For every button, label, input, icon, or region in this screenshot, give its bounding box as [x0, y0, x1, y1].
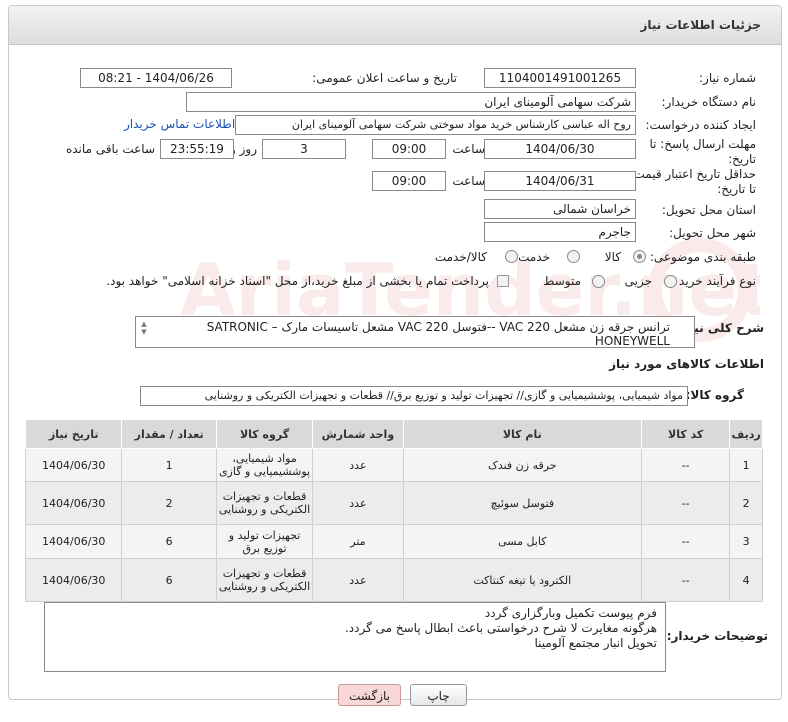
cell-row-number: 3 — [729, 524, 763, 559]
cell-item-code: -- — [641, 558, 731, 602]
cell-quantity: 6 — [121, 524, 217, 559]
remaining-time-field: 23:55:19 — [160, 139, 234, 159]
category-option-goods: کالا — [604, 250, 621, 264]
cell-item-group: مواد شیمیایی، پوششیمیایی و گازی — [215, 448, 314, 482]
goods-section-title: اطلاعات کالاهای مورد نیاز — [609, 357, 764, 371]
cell-row-number: 1 — [729, 448, 763, 482]
cell-need-date: 1404/06/30 — [24, 524, 123, 559]
goods-group-field: مواد شیمیایی، پوششیمیایی و گازی// تجهیزا… — [140, 386, 688, 406]
creator-field: روح اله عباسی کارشناس خرید مواد سوختی شر… — [235, 115, 636, 135]
buyer-notes-line: تحویل انبار مجتمع آلومینا — [534, 636, 657, 650]
treasury-payment-checkbox[interactable] — [497, 275, 509, 287]
announce-label: تاریخ و ساعت اعلان عمومی: — [312, 71, 457, 85]
table-header-row: ردیف کد کالا نام کالا واحد شمارش گروه کا… — [24, 419, 763, 449]
buyer-field: شرکت سهامی آلومینای ایران — [186, 92, 636, 112]
remaining-label: ساعت باقی مانده — [65, 142, 155, 156]
cell-unit: عدد — [312, 558, 404, 602]
cell-item-group: قطعات و تجهیزات الکتریکی و روشنایی — [215, 558, 314, 602]
col-quantity: تعداد / مقدار — [121, 419, 217, 449]
announce-field: 1404/06/26 - 08:21 — [80, 68, 232, 88]
validity-date-field: 1404/06/31 — [484, 171, 636, 191]
category-label: طبقه بندی موضوعی: — [649, 250, 756, 264]
province-label: استان محل تحویل: — [661, 203, 756, 217]
cell-unit: متر — [312, 524, 404, 559]
description-text: ترانس جرقه زن مشعل VAC 220 --فتوسل VAC 2… — [206, 320, 670, 348]
process-radio-medium[interactable] — [592, 275, 605, 288]
table-row: 1 -- جرقه زن فندک عدد مواد شیمیایی، پوشش… — [24, 448, 763, 482]
need-number-label: شماره نیاز: — [699, 71, 756, 85]
deadline-time-label: ساعت — [452, 142, 485, 156]
cell-item-group: قطعات و تجهیزات الکتریکی و روشنایی — [215, 481, 314, 525]
goods-group-label: گروه کالا: — [685, 388, 744, 402]
col-item-code: کد کالا — [641, 419, 731, 449]
cell-quantity: 6 — [121, 558, 217, 602]
cell-need-date: 1404/06/30 — [24, 558, 123, 602]
process-radio-minor[interactable] — [664, 275, 677, 288]
col-row-number: ردیف — [729, 419, 763, 449]
print-button[interactable]: چاپ — [410, 684, 467, 706]
validity-time-label: ساعت — [452, 174, 485, 188]
cell-item-group: تجهیزات تولید و توزیع برق — [215, 524, 314, 559]
cell-unit: عدد — [312, 448, 404, 482]
buyer-contact-link[interactable]: اطلاعات تماس خریدار — [124, 117, 235, 131]
cell-row-number: 2 — [729, 481, 763, 525]
category-option-service: خدمت — [518, 250, 550, 264]
cell-item-name: فتوسل سوئیچ — [402, 481, 643, 525]
col-item-name: نام کالا — [402, 419, 643, 449]
table-row: 2 -- فتوسل سوئیچ عدد قطعات و تجهیزات الک… — [24, 481, 763, 525]
province-field: خراسان شمالی — [484, 199, 636, 219]
deadline-time-field: 09:00 — [372, 139, 446, 159]
buyer-notes-line: فرم پیوست تکمیل وبارگزاری گردد — [484, 606, 657, 620]
buyer-notes-field: فرم پیوست تکمیل وبارگزاری گردد هرگونه مغ… — [44, 602, 666, 672]
category-radio-goods[interactable] — [633, 250, 646, 263]
panel-header: جزئیات اطلاعات نیاز — [9, 6, 781, 45]
cell-row-number: 4 — [729, 558, 763, 602]
process-option-medium: متوسط — [543, 274, 581, 288]
scroll-arrows-icon[interactable]: ▲ ▼ — [140, 320, 148, 336]
table-row: 3 -- کابل مسی متر تجهیزات تولید و توزیع … — [24, 524, 763, 559]
validity-time-field: 09:00 — [372, 171, 446, 191]
col-unit: واحد شمارش — [312, 419, 404, 449]
buyer-label: نام دستگاه خریدار: — [661, 95, 757, 109]
days-field: 3 — [262, 139, 346, 159]
category-radio-both[interactable] — [505, 250, 518, 263]
goods-table: ردیف کد کالا نام کالا واحد شمارش گروه کا… — [24, 419, 763, 602]
col-need-date: تاریخ نیاز — [24, 419, 123, 449]
cell-quantity: 2 — [121, 481, 217, 525]
cell-item-code: -- — [641, 524, 731, 559]
cell-item-code: -- — [641, 481, 731, 525]
back-button[interactable]: بازگشت — [338, 684, 401, 706]
creator-label: ایجاد کننده درخواست: — [645, 118, 756, 132]
validity-label: حداقل تاریخ اعتبار قیمت: تا تاریخ: — [629, 167, 756, 196]
cell-item-name: کابل مسی — [402, 524, 643, 559]
city-label: شهر محل تحویل: — [669, 226, 756, 240]
treasury-payment-note: پرداخت تمام یا بخشی از مبلغ خرید،از محل … — [106, 274, 489, 288]
table-row: 4 -- الکترود یا تیغه کنتاکت عدد قطعات و … — [24, 558, 763, 602]
cell-unit: عدد — [312, 481, 404, 525]
buyer-notes-label: توضیحات خریدار: — [666, 629, 768, 643]
process-option-minor: جزیی — [624, 274, 652, 288]
city-field: جاجرم — [484, 222, 636, 242]
deadline-date-field: 1404/06/30 — [484, 139, 636, 159]
category-option-both: کالا/خدمت — [434, 250, 487, 264]
days-label: روز و — [230, 142, 257, 156]
need-number-field: 1104001491001265 — [484, 68, 636, 88]
cell-quantity: 1 — [121, 448, 217, 482]
cell-item-name: جرقه زن فندک — [402, 448, 643, 482]
buyer-notes-line: هرگونه مغایرت لا شرح درخواستی باعث ابطال… — [344, 621, 657, 635]
cell-need-date: 1404/06/30 — [24, 481, 123, 525]
panel-title: جزئیات اطلاعات نیاز — [640, 18, 761, 32]
col-item-group: گروه کالا — [215, 419, 314, 449]
cell-item-name: الکترود یا تیغه کنتاکت — [402, 558, 643, 602]
category-radio-service[interactable] — [567, 250, 580, 263]
cell-item-code: -- — [641, 448, 731, 482]
description-field: ترانس جرقه زن مشعل VAC 220 --فتوسل VAC 2… — [135, 316, 695, 348]
deadline-label: مهلت ارسال پاسخ: تا تاریخ: — [649, 137, 756, 166]
cell-need-date: 1404/06/30 — [24, 448, 123, 482]
process-label: نوع فرآیند خرید : — [671, 274, 756, 288]
